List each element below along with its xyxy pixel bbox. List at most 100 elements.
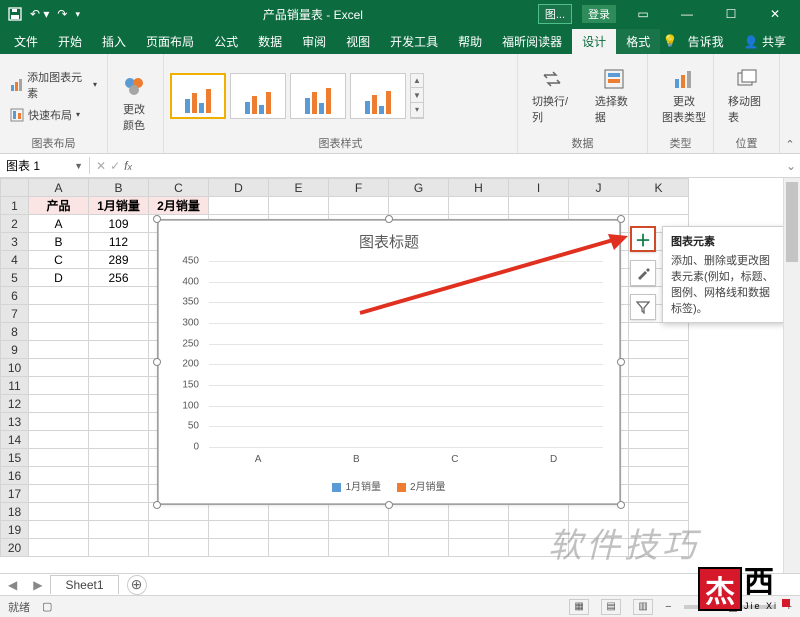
row-header[interactable]: 3: [1, 233, 29, 251]
col-header[interactable]: B: [89, 179, 149, 197]
row-header[interactable]: 6: [1, 287, 29, 305]
cell[interactable]: [269, 521, 329, 539]
cell[interactable]: [389, 197, 449, 215]
cell[interactable]: [29, 359, 89, 377]
vertical-scrollbar[interactable]: [783, 178, 800, 617]
tab-data[interactable]: 数据: [248, 29, 292, 54]
maximize-icon[interactable]: ☐: [714, 7, 748, 21]
cell[interactable]: [89, 359, 149, 377]
cell[interactable]: [389, 503, 449, 521]
cell[interactable]: [209, 539, 269, 557]
ribbon-options-icon[interactable]: ▭: [626, 7, 660, 21]
cell[interactable]: [209, 197, 269, 215]
row-header[interactable]: 16: [1, 467, 29, 485]
style-thumb[interactable]: [230, 73, 286, 119]
cell[interactable]: D: [29, 269, 89, 287]
cell[interactable]: [89, 395, 149, 413]
cell[interactable]: 112: [89, 233, 149, 251]
cell[interactable]: [209, 503, 269, 521]
quick-layout-button[interactable]: 快速布局▾: [6, 105, 101, 125]
page-layout-view-icon[interactable]: ▤: [601, 599, 621, 615]
style-thumb[interactable]: [170, 73, 226, 119]
chart-filters-button[interactable]: [630, 294, 656, 320]
tab-design[interactable]: 设计: [572, 29, 616, 54]
row-header[interactable]: 14: [1, 431, 29, 449]
cell[interactable]: [29, 377, 89, 395]
sheet-tab[interactable]: Sheet1: [50, 575, 118, 594]
col-header[interactable]: C: [149, 179, 209, 197]
tab-layout[interactable]: 页面布局: [136, 29, 204, 54]
row-header[interactable]: 13: [1, 413, 29, 431]
row-header[interactable]: 4: [1, 251, 29, 269]
cell[interactable]: [569, 197, 629, 215]
minimize-icon[interactable]: ―: [670, 7, 704, 21]
cell[interactable]: [389, 521, 449, 539]
row-header[interactable]: 2: [1, 215, 29, 233]
tab-help[interactable]: 帮助: [448, 29, 492, 54]
row-header[interactable]: 20: [1, 539, 29, 557]
cell[interactable]: [149, 503, 209, 521]
row-header[interactable]: 11: [1, 377, 29, 395]
chart-legend[interactable]: 1月销量 2月销量: [159, 478, 619, 493]
col-header[interactable]: H: [449, 179, 509, 197]
row-header[interactable]: 17: [1, 485, 29, 503]
cell[interactable]: [29, 431, 89, 449]
row-header[interactable]: 12: [1, 395, 29, 413]
cell[interactable]: [629, 413, 689, 431]
cell[interactable]: [329, 503, 389, 521]
fx-icon[interactable]: fx: [124, 159, 132, 173]
row-header[interactable]: 18: [1, 503, 29, 521]
row-header[interactable]: 15: [1, 449, 29, 467]
cell[interactable]: [89, 413, 149, 431]
cell[interactable]: [89, 341, 149, 359]
cell[interactable]: [29, 449, 89, 467]
row-header[interactable]: 19: [1, 521, 29, 539]
cell[interactable]: [629, 449, 689, 467]
cell[interactable]: [629, 485, 689, 503]
cell[interactable]: 289: [89, 251, 149, 269]
cell[interactable]: [329, 521, 389, 539]
cell[interactable]: [629, 431, 689, 449]
add-sheet-button[interactable]: ⊕: [127, 575, 147, 595]
col-header[interactable]: E: [269, 179, 329, 197]
cell[interactable]: [89, 305, 149, 323]
expand-formula-bar-icon[interactable]: ⌄: [782, 159, 800, 173]
row-header[interactable]: 8: [1, 323, 29, 341]
name-box[interactable]: 图表 1 ▼: [0, 157, 90, 174]
tab-format[interactable]: 格式: [616, 29, 660, 54]
chart-styles-button[interactable]: [630, 260, 656, 286]
cell[interactable]: [449, 539, 509, 557]
cell[interactable]: [149, 539, 209, 557]
cell[interactable]: [269, 539, 329, 557]
tab-home[interactable]: 开始: [48, 29, 92, 54]
macro-record-icon[interactable]: ▢: [42, 600, 52, 613]
worksheet-grid[interactable]: ABCDEFGHIJK1产品1月销量2月销量2A1093B1124C2895D2…: [0, 178, 800, 617]
col-header[interactable]: J: [569, 179, 629, 197]
cell[interactable]: [89, 431, 149, 449]
change-colors-button[interactable]: 更改 颜色: [114, 71, 154, 137]
cell[interactable]: [449, 521, 509, 539]
normal-view-icon[interactable]: ▦: [569, 599, 589, 615]
change-chart-type-button[interactable]: 更改 图表类型: [654, 63, 714, 129]
cell[interactable]: [629, 323, 689, 341]
row-header[interactable]: 5: [1, 269, 29, 287]
cell[interactable]: A: [29, 215, 89, 233]
chart-styles-gallery[interactable]: ▲▼▾: [170, 73, 424, 119]
cell[interactable]: [29, 521, 89, 539]
close-icon[interactable]: ✕: [758, 7, 792, 21]
cell[interactable]: [29, 467, 89, 485]
select-data-button[interactable]: 选择数据: [587, 63, 641, 129]
sheet-nav-prev-icon[interactable]: ◀: [0, 578, 25, 592]
cell[interactable]: [329, 539, 389, 557]
cell[interactable]: 1月销量: [89, 197, 149, 215]
cell[interactable]: [509, 197, 569, 215]
save-icon[interactable]: [8, 7, 22, 21]
collapse-ribbon-icon[interactable]: ⌃: [780, 54, 800, 153]
chart-title[interactable]: 图表标题: [159, 221, 619, 256]
cell[interactable]: [89, 449, 149, 467]
cell[interactable]: [29, 287, 89, 305]
cell[interactable]: [89, 539, 149, 557]
cell[interactable]: [269, 197, 329, 215]
cell[interactable]: [29, 539, 89, 557]
cell[interactable]: [29, 305, 89, 323]
